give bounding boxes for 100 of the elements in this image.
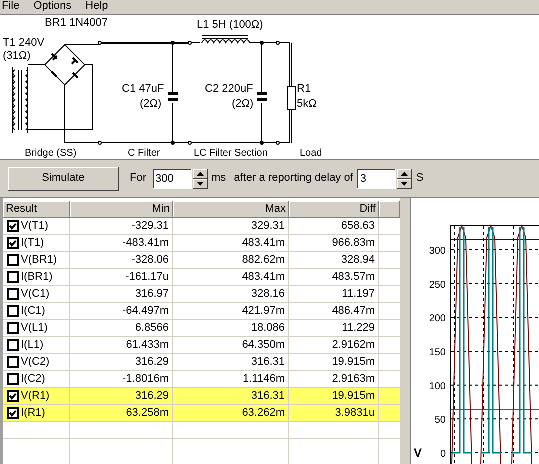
check-icon: [9, 392, 17, 400]
for-label: For: [130, 171, 146, 186]
result-row[interactable]: V(R1) 316.29 316.31 19.915m: [3, 388, 400, 405]
section-label: C Filter: [128, 148, 160, 159]
checkbox[interactable]: [7, 339, 19, 351]
table-cell: 486.47m: [289, 303, 379, 319]
component-label: (2Ω): [140, 98, 162, 110]
result-name: V(C2): [21, 354, 50, 370]
table-cell: 316.97: [70, 286, 173, 302]
table-cell: -483.41m: [70, 235, 173, 251]
checkbox[interactable]: [7, 322, 19, 334]
column-header[interactable]: Diff: [289, 201, 379, 218]
result-row[interactable]: I(R1) 63.258m 63.262m 3.9831u: [3, 405, 400, 422]
result-name: V(L1): [21, 320, 48, 336]
result-row[interactable]: V(C2) 316.29 316.31 19.915m: [3, 354, 400, 371]
component-label: C1 47uF: [122, 82, 164, 95]
result-row[interactable]: I(C1) -64.497m 421.97m 486.47m: [3, 303, 400, 320]
result-row[interactable]: V(T1) -329.31 329.31 658.63: [3, 218, 400, 235]
table-cell: 658.63: [289, 218, 379, 234]
checkbox[interactable]: [7, 356, 19, 368]
menu-item[interactable]: File: [2, 0, 20, 14]
checkbox[interactable]: [7, 237, 19, 249]
table-cell: 11.197: [289, 286, 379, 302]
table-cell: 882.62m: [173, 252, 289, 268]
column-header[interactable]: Max: [173, 201, 289, 218]
result-name: I(R1): [21, 406, 46, 421]
checkbox[interactable]: [7, 407, 19, 419]
table-cell: -329.31: [70, 218, 173, 234]
table-cell: 63.258m: [70, 405, 173, 421]
result-name: V(BR1): [21, 252, 58, 268]
checkbox[interactable]: [7, 271, 19, 283]
result-row[interactable]: V(BR1) -328.06 882.62m 328.94: [3, 252, 400, 269]
table-cell: 316.29: [70, 388, 173, 404]
axis-tick-label: 150: [429, 348, 446, 358]
delay-unit-label: S: [416, 171, 424, 186]
result-row[interactable]: I(T1) -483.41m 483.41m 966.83m: [3, 235, 400, 252]
checkbox[interactable]: [7, 373, 19, 385]
result-name: I(L1): [21, 338, 44, 353]
section-label: Bridge (SS): [25, 148, 77, 159]
menu-item[interactable]: Help: [86, 0, 108, 14]
column-header[interactable]: Min: [70, 201, 173, 218]
column-header[interactable]: Result: [3, 201, 70, 218]
axis-tick-label: 200: [429, 314, 446, 325]
result-row[interactable]: V(C1) 316.97 328.16 11.197: [3, 286, 400, 303]
table-cell: 483.41m: [173, 235, 289, 251]
result-row[interactable]: I(BR1) -161.17u 483.41m 483.57m: [3, 269, 400, 286]
component-label: (31Ω): [3, 50, 31, 62]
duration-field[interactable]: 300: [152, 168, 192, 189]
table-cell: 61.433m: [70, 337, 173, 353]
table-cell: -1.8016m: [70, 371, 173, 387]
menu-item[interactable]: Options: [34, 0, 72, 14]
down-arrow-icon: [196, 182, 204, 186]
checkbox[interactable]: [7, 288, 19, 300]
table-cell: 19.915m: [289, 388, 379, 404]
check-icon: [9, 240, 17, 246]
axis-tick-label: 0: [440, 449, 446, 460]
checkbox[interactable]: [7, 220, 19, 232]
component-label: T1 240V: [3, 36, 45, 49]
table-cell: 6.8566: [70, 320, 173, 336]
table-cell: 316.31: [173, 354, 289, 370]
result-row[interactable]: I(L1) 61.433m 64.350m 2.9162m: [3, 337, 400, 354]
table-cell: 19.915m: [289, 354, 379, 370]
axis-tick-label: 50: [434, 415, 446, 426]
delay-field[interactable]: 3: [357, 168, 396, 189]
axis-tick-label: 250: [429, 280, 446, 291]
axis-unit-label: V: [414, 446, 422, 460]
component-label: R1: [297, 82, 312, 95]
table-cell: 316.31: [173, 388, 289, 404]
result-row[interactable]: V(L1) 6.8566 18.086 11.229: [3, 320, 400, 337]
result-name: V(R1): [21, 388, 50, 404]
result-name: V(T1): [21, 218, 48, 234]
spin-buttons[interactable]: [192, 168, 208, 189]
spin-buttons[interactable]: [397, 168, 412, 189]
table-cell: 11.229: [289, 320, 379, 336]
table-cell: 2.9162m: [289, 337, 379, 353]
up-arrow-icon: [401, 172, 408, 176]
down-arrow-icon: [401, 182, 408, 186]
axis-tick-label: 300: [429, 246, 446, 257]
check-icon: [9, 222, 17, 230]
table-cell: 329.31: [173, 218, 289, 234]
table-cell: -64.497m: [70, 303, 173, 319]
simulate-button[interactable]: Simulate: [8, 166, 119, 191]
result-row[interactable]: I(C2) -1.8016m 1.1146m 2.9163m: [3, 371, 400, 388]
component-label: BR1 1N4007: [45, 16, 108, 29]
table-cell: 3.9831u: [289, 405, 379, 421]
up-arrow-icon: [196, 172, 204, 176]
table-cell: 2.9163m: [289, 371, 379, 387]
table-cell: 1.1146m: [173, 371, 289, 387]
checkbox[interactable]: [7, 305, 19, 317]
table-cell: 483.57m: [289, 269, 379, 285]
result-name: I(BR1): [21, 270, 53, 285]
checkbox[interactable]: [7, 390, 19, 402]
checkbox[interactable]: [7, 254, 19, 266]
result-name: I(C1): [21, 304, 46, 319]
table-cell: 64.350m: [173, 337, 289, 353]
component-label: L1 5H (100Ω): [197, 18, 264, 31]
duration-unit-label: ms: [212, 171, 226, 186]
delay-label: after a reporting delay of: [234, 171, 354, 186]
table-cell: 966.83m: [289, 235, 379, 251]
component-label: 5kΩ: [297, 98, 317, 110]
